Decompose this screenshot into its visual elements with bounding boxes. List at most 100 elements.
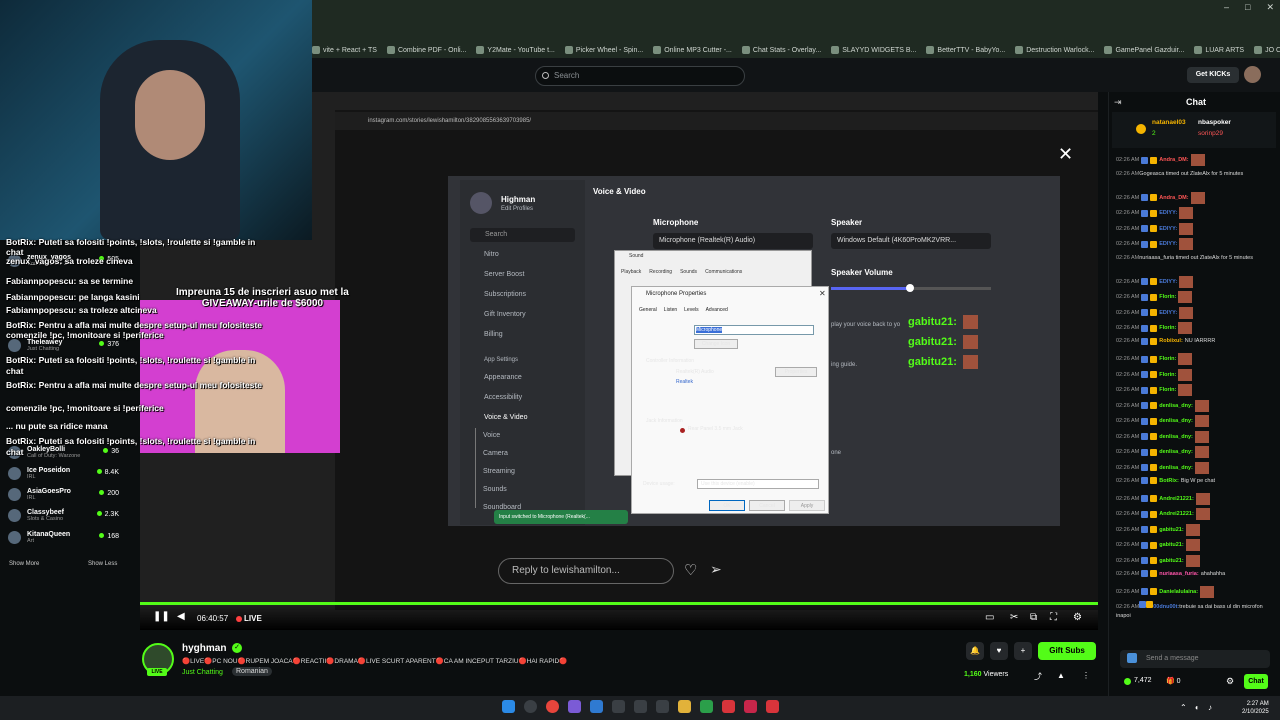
pip-icon[interactable]: ⧉ — [1030, 612, 1037, 623]
bookmark-item[interactable]: GamePanel Gazduir... — [1104, 46, 1184, 54]
chat-username[interactable]: Florin: — [1159, 387, 1176, 393]
share-icon[interactable]: ⤴ — [1034, 671, 1042, 682]
clip-icon[interactable]: ✂ — [1010, 612, 1018, 623]
chat-message: 02:26 AM nuriaasa_furia: ahahahha — [1116, 570, 1276, 577]
close-icon[interactable]: ✕ — [1266, 2, 1274, 13]
maximize-icon[interactable]: □ — [1245, 2, 1250, 13]
bookmark-item[interactable]: Destruction Warlock... — [1015, 46, 1094, 54]
obs-icon[interactable] — [612, 700, 625, 713]
chat-username[interactable]: Andra_DM: — [1159, 157, 1188, 163]
bookmark-item[interactable]: Online MP3 Cutter -... — [653, 46, 732, 54]
language-tag[interactable]: Romanian — [232, 667, 272, 676]
bookmark-item[interactable]: Chat Stats - Overlay... — [741, 46, 821, 54]
chat-username[interactable]: EDIYY: — [1159, 279, 1177, 285]
channel-item[interactable]: Theleawey Just Chatting 376 — [8, 339, 133, 352]
search-icon[interactable] — [524, 700, 537, 713]
chat-username[interactable]: 00dnu00t: — [1153, 604, 1179, 610]
bookmark-item[interactable]: Combine PDF - Onli... — [386, 46, 466, 54]
plus-icon[interactable]: + — [1014, 642, 1032, 660]
discord-nav-item: Gift Inventory — [484, 311, 526, 318]
overlay-chat-line: BotRix: Pentru a afla mai multe despre s… — [6, 320, 262, 330]
pause-icon[interactable]: ❚❚ — [153, 611, 170, 622]
chat-username[interactable]: EDIYY: — [1159, 310, 1177, 316]
more-icon[interactable]: ⋮ — [1082, 671, 1090, 680]
stream-category[interactable]: Just Chatting — [182, 669, 223, 676]
report-icon[interactable]: ▲ — [1057, 671, 1065, 680]
collapse-chat-icon[interactable]: ⇥ — [1114, 97, 1122, 108]
chat-username[interactable]: nuriaasa_furia: — [1159, 571, 1198, 577]
chat-username[interactable]: gabitu21: — [1159, 558, 1183, 564]
chat-username[interactable]: Florin: — [1159, 294, 1176, 300]
badge-icon — [1141, 278, 1149, 285]
badge-icon — [1141, 209, 1149, 217]
chat-username[interactable]: BotRix: — [1159, 478, 1179, 484]
chat-settings-icon[interactable]: ⚙ — [1226, 676, 1234, 687]
clock-time: 2:27 AM — [1246, 701, 1269, 707]
chat-username[interactable]: Florin: — [1159, 372, 1176, 378]
bookmark-item[interactable]: JO CHORROR — [1254, 46, 1280, 54]
leader-1: natanael03 — [1152, 119, 1186, 126]
folder-icon[interactable] — [678, 700, 691, 713]
user-avatar[interactable] — [1244, 66, 1261, 83]
app-icon-2[interactable] — [744, 700, 757, 713]
chat-username[interactable]: Danielalulaina: — [1159, 589, 1198, 595]
back-icon[interactable] — [634, 700, 647, 713]
bookmark-item[interactable]: SLAYYD WIDGETS B... — [831, 46, 916, 54]
chat-username[interactable]: denlisa_dny: — [1159, 403, 1193, 409]
chat-username[interactable]: denlisa_dny: — [1159, 434, 1193, 440]
streamer-name[interactable]: hyghman — [182, 643, 226, 654]
chat-username[interactable]: gabitu21: — [1159, 542, 1183, 548]
overlay-chat-line: comenzile !pc, !monitoare si !periferice — [6, 330, 164, 340]
channel-item[interactable]: AsiaGoesPro IRL 200 — [8, 488, 133, 501]
chat-username[interactable]: denlisa_dny: — [1159, 449, 1193, 455]
discord-nav-item: Accessibility — [484, 394, 523, 401]
channel-item[interactable]: Classybeef Slots & Casino 2.3K — [8, 509, 133, 522]
chat-username[interactable]: Andrei21221: — [1159, 496, 1194, 502]
chat-send-button[interactable]: Chat — [1244, 674, 1268, 689]
channel-item[interactable]: KitanaQueen Art 168 — [8, 531, 133, 544]
chat-username[interactable]: gabitu21: — [1159, 527, 1183, 533]
steam-icon[interactable] — [590, 700, 603, 713]
bookmark-item[interactable]: Picker Wheel - Spin... — [564, 46, 643, 54]
volume-icon[interactable]: ◀ — [177, 611, 185, 622]
bookmark-item[interactable]: vite + React + TS — [312, 46, 377, 54]
chat-username[interactable]: Andrei21221: — [1159, 511, 1194, 517]
chat-username[interactable]: EDIYY: — [1159, 226, 1177, 232]
chat-username[interactable]: Andra_DM: — [1159, 195, 1188, 201]
chat-username[interactable]: EDIYY: — [1159, 241, 1177, 247]
theater-mode-icon[interactable]: ▭ — [985, 612, 994, 623]
emote-icon — [1190, 154, 1205, 166]
chat-username[interactable]: denlisa_dny: — [1159, 418, 1193, 424]
show-more-link[interactable]: Show More — [9, 561, 39, 567]
chat-username[interactable]: denlisa_dny: — [1159, 465, 1193, 471]
channel-item[interactable]: Ice Poseidon IRL 8.4K — [8, 467, 133, 480]
excel-icon[interactable] — [700, 700, 713, 713]
chat-mode-icon[interactable] — [1127, 653, 1137, 663]
discord-icon[interactable] — [568, 700, 581, 713]
x-app-icon[interactable] — [656, 700, 669, 713]
minimize-icon[interactable]: – — [1224, 2, 1229, 13]
chat-username[interactable]: EDIYY: — [1159, 210, 1177, 216]
get-kicks-button[interactable]: Get KICKs — [1187, 67, 1239, 83]
fullscreen-icon[interactable]: ⛶ — [1050, 612, 1057, 623]
send-message-input[interactable]: Send a message — [1120, 650, 1270, 668]
chat-message: 02:26 AM Florin: — [1116, 291, 1276, 303]
gift-subs-button[interactable]: Gift Subs — [1038, 642, 1096, 660]
settings-icon[interactable]: ⚙ — [1073, 612, 1082, 623]
app-icon[interactable] — [722, 700, 735, 713]
search-input[interactable]: Search — [535, 66, 745, 86]
badge-icon — [1141, 337, 1149, 345]
brave-icon[interactable] — [766, 700, 779, 713]
chat-username[interactable]: Florin: — [1159, 356, 1176, 362]
bookmark-item[interactable]: Y2Mate - YouTube t... — [476, 46, 555, 54]
bookmark-item[interactable]: BetterTTV - BabyYo... — [926, 46, 1005, 54]
windows-start-icon[interactable] — [502, 700, 515, 713]
chrome-icon[interactable] — [546, 700, 559, 713]
bookmark-item[interactable]: LUAR ARTS — [1194, 46, 1244, 54]
notification-bell-icon[interactable]: 🔔 — [966, 642, 984, 660]
chat-username[interactable]: Robiixul: — [1159, 338, 1183, 344]
follow-heart-icon[interactable]: ♥ — [990, 642, 1008, 660]
channel-item[interactable]: OakleyBolli Call of Duty: Warzone 36 — [8, 446, 133, 459]
show-less-link[interactable]: Show Less — [88, 561, 117, 567]
chat-username[interactable]: Florin: — [1159, 325, 1176, 331]
